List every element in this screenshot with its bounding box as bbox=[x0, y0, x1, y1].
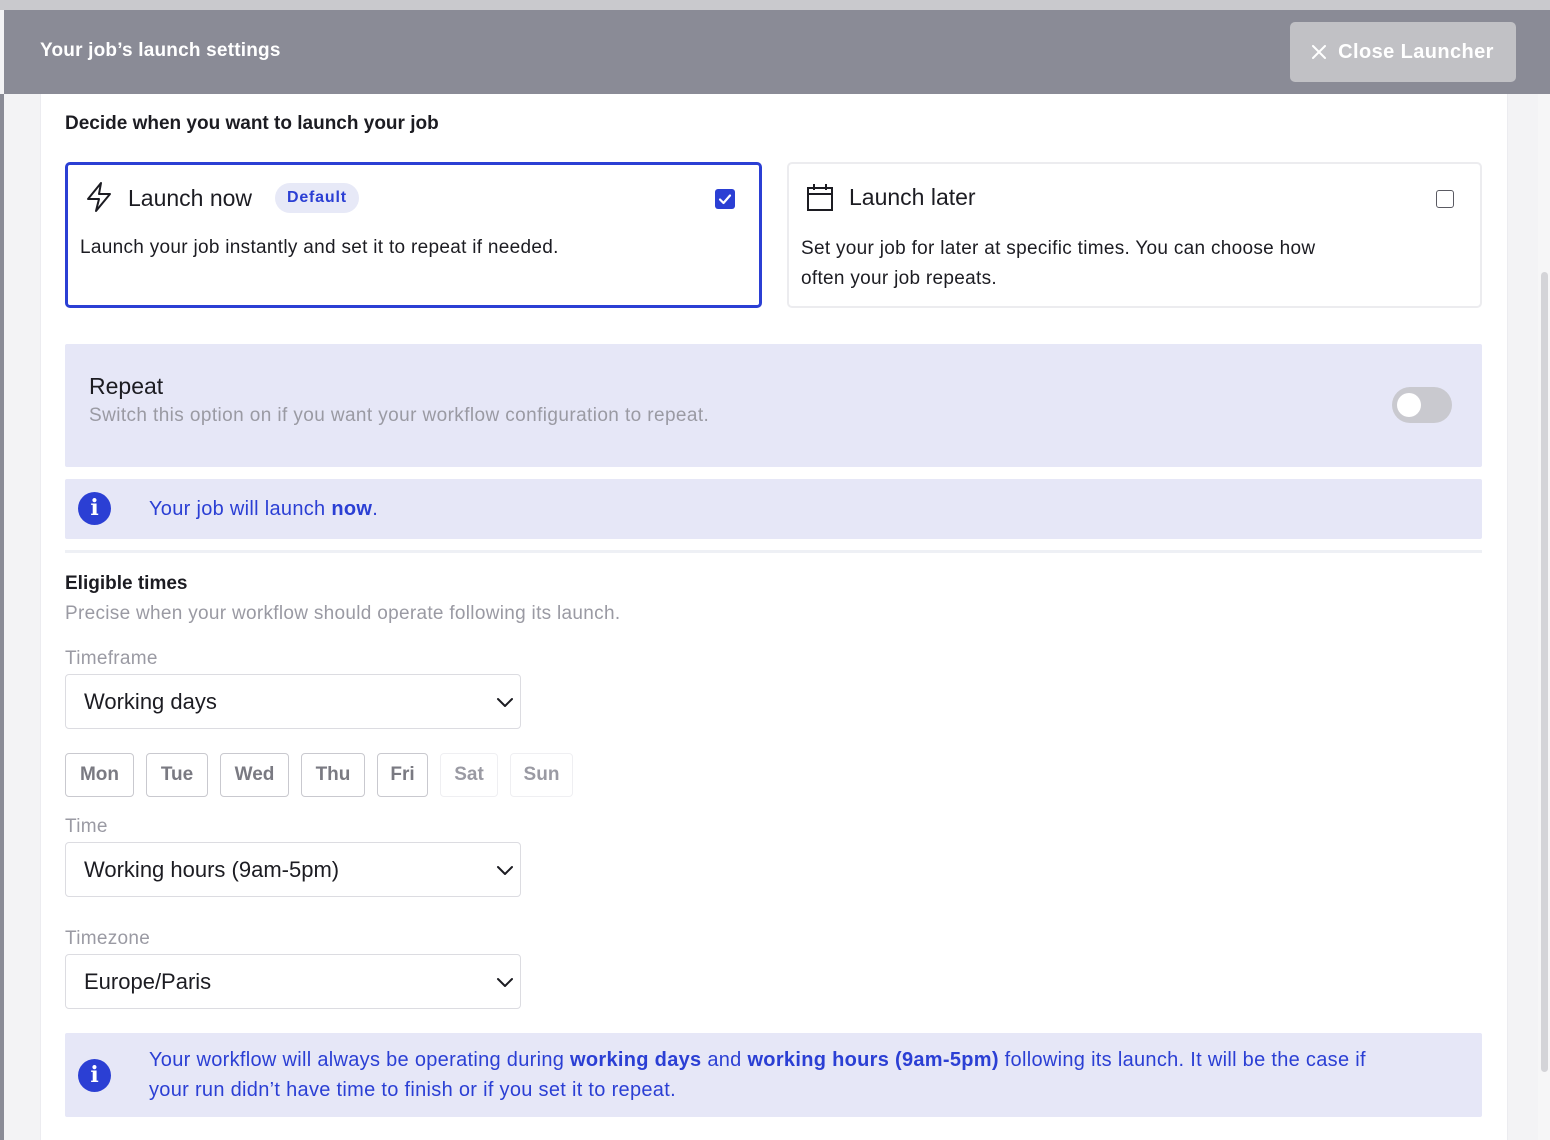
scrollbar-thumb[interactable] bbox=[1541, 272, 1548, 1072]
time-label: Time bbox=[65, 816, 108, 837]
lightning-icon bbox=[87, 182, 111, 212]
timezone-label: Timezone bbox=[65, 928, 151, 949]
time-value: Working hours (9am-5pm) bbox=[84, 857, 340, 882]
repeat-toggle[interactable] bbox=[1392, 387, 1452, 423]
operating-info-line2: your run didn’t have time to finish or i… bbox=[149, 1079, 676, 1101]
timeframe-value: Working days bbox=[84, 689, 217, 714]
launch-later-title: Launch later bbox=[849, 184, 976, 210]
backdrop-shade bbox=[0, 94, 4, 1140]
launch-question: Decide when you want to launch your job bbox=[65, 113, 439, 134]
section-divider bbox=[65, 550, 1482, 553]
launch-info-banner: i Your job will launch now. bbox=[65, 479, 1482, 539]
operating-info-banner: i Your workflow will always be operating… bbox=[65, 1033, 1482, 1117]
eligible-times-subtitle: Precise when your workflow should operat… bbox=[65, 603, 621, 624]
launch-info-emphasis: now bbox=[331, 498, 373, 520]
launch-later-description-line2: often your job repeats. bbox=[801, 268, 997, 289]
repeat-section: Repeat Switch this option on if you want… bbox=[65, 344, 1482, 467]
info-icon: i bbox=[78, 1059, 111, 1092]
checkmark-icon bbox=[718, 194, 732, 205]
operating-info-text: Your workflow will always be operating d… bbox=[149, 1045, 1469, 1105]
window-top-strip bbox=[0, 0, 1550, 10]
day-sun-button[interactable]: Sun bbox=[510, 753, 573, 797]
launch-later-checkbox[interactable] bbox=[1436, 190, 1454, 208]
timezone-select[interactable]: Europe/Paris bbox=[65, 954, 521, 1009]
repeat-subtitle: Switch this option on if you want your w… bbox=[89, 405, 710, 426]
info-icon: i bbox=[78, 492, 111, 525]
chevron-down-icon bbox=[497, 978, 513, 987]
launch-now-card[interactable]: Launch now Default Launch your job insta… bbox=[65, 162, 762, 308]
timeframe-label: Timeframe bbox=[65, 648, 158, 669]
timezone-value: Europe/Paris bbox=[84, 969, 212, 994]
launch-later-card[interactable]: Launch later Set your job for later at s… bbox=[787, 162, 1482, 308]
day-thu-button[interactable]: Thu bbox=[301, 753, 365, 797]
day-wed-button[interactable]: Wed bbox=[220, 753, 289, 797]
launch-later-description: Set your job for later at specific times… bbox=[801, 234, 1315, 294]
day-mon-button[interactable]: Mon bbox=[65, 753, 134, 797]
time-select[interactable]: Working hours (9am-5pm) bbox=[65, 842, 521, 897]
launch-now-checkbox[interactable] bbox=[715, 189, 735, 209]
toggle-knob bbox=[1397, 393, 1421, 417]
day-tue-button[interactable]: Tue bbox=[146, 753, 208, 797]
calendar-icon bbox=[807, 184, 833, 211]
header-title: Your job’s launch settings bbox=[40, 40, 281, 61]
close-icon bbox=[1312, 45, 1327, 59]
eligible-times-title: Eligible times bbox=[65, 573, 188, 594]
launch-later-description-line1: Set your job for later at specific times… bbox=[801, 238, 1316, 259]
launch-info-text: Your job will launch now. bbox=[149, 498, 379, 520]
repeat-title: Repeat bbox=[89, 373, 164, 399]
day-sat-button[interactable]: Sat bbox=[440, 753, 498, 797]
timeframe-select[interactable]: Working days bbox=[65, 674, 521, 729]
chevron-down-icon bbox=[497, 698, 513, 707]
close-launcher-button[interactable]: Close Launcher bbox=[1290, 22, 1516, 82]
close-launcher-label: Close Launcher bbox=[1338, 40, 1494, 63]
day-fri-button[interactable]: Fri bbox=[377, 753, 428, 797]
operating-info-line1: Your workflow will always be operating d… bbox=[149, 1049, 1366, 1071]
launcher-header: Your job’s launch settings Close Launche… bbox=[4, 10, 1550, 94]
default-badge: Default bbox=[275, 183, 359, 213]
chevron-down-icon bbox=[497, 866, 513, 875]
launch-now-description: Launch your job instantly and set it to … bbox=[80, 237, 559, 258]
launch-now-title: Launch now bbox=[128, 185, 253, 211]
